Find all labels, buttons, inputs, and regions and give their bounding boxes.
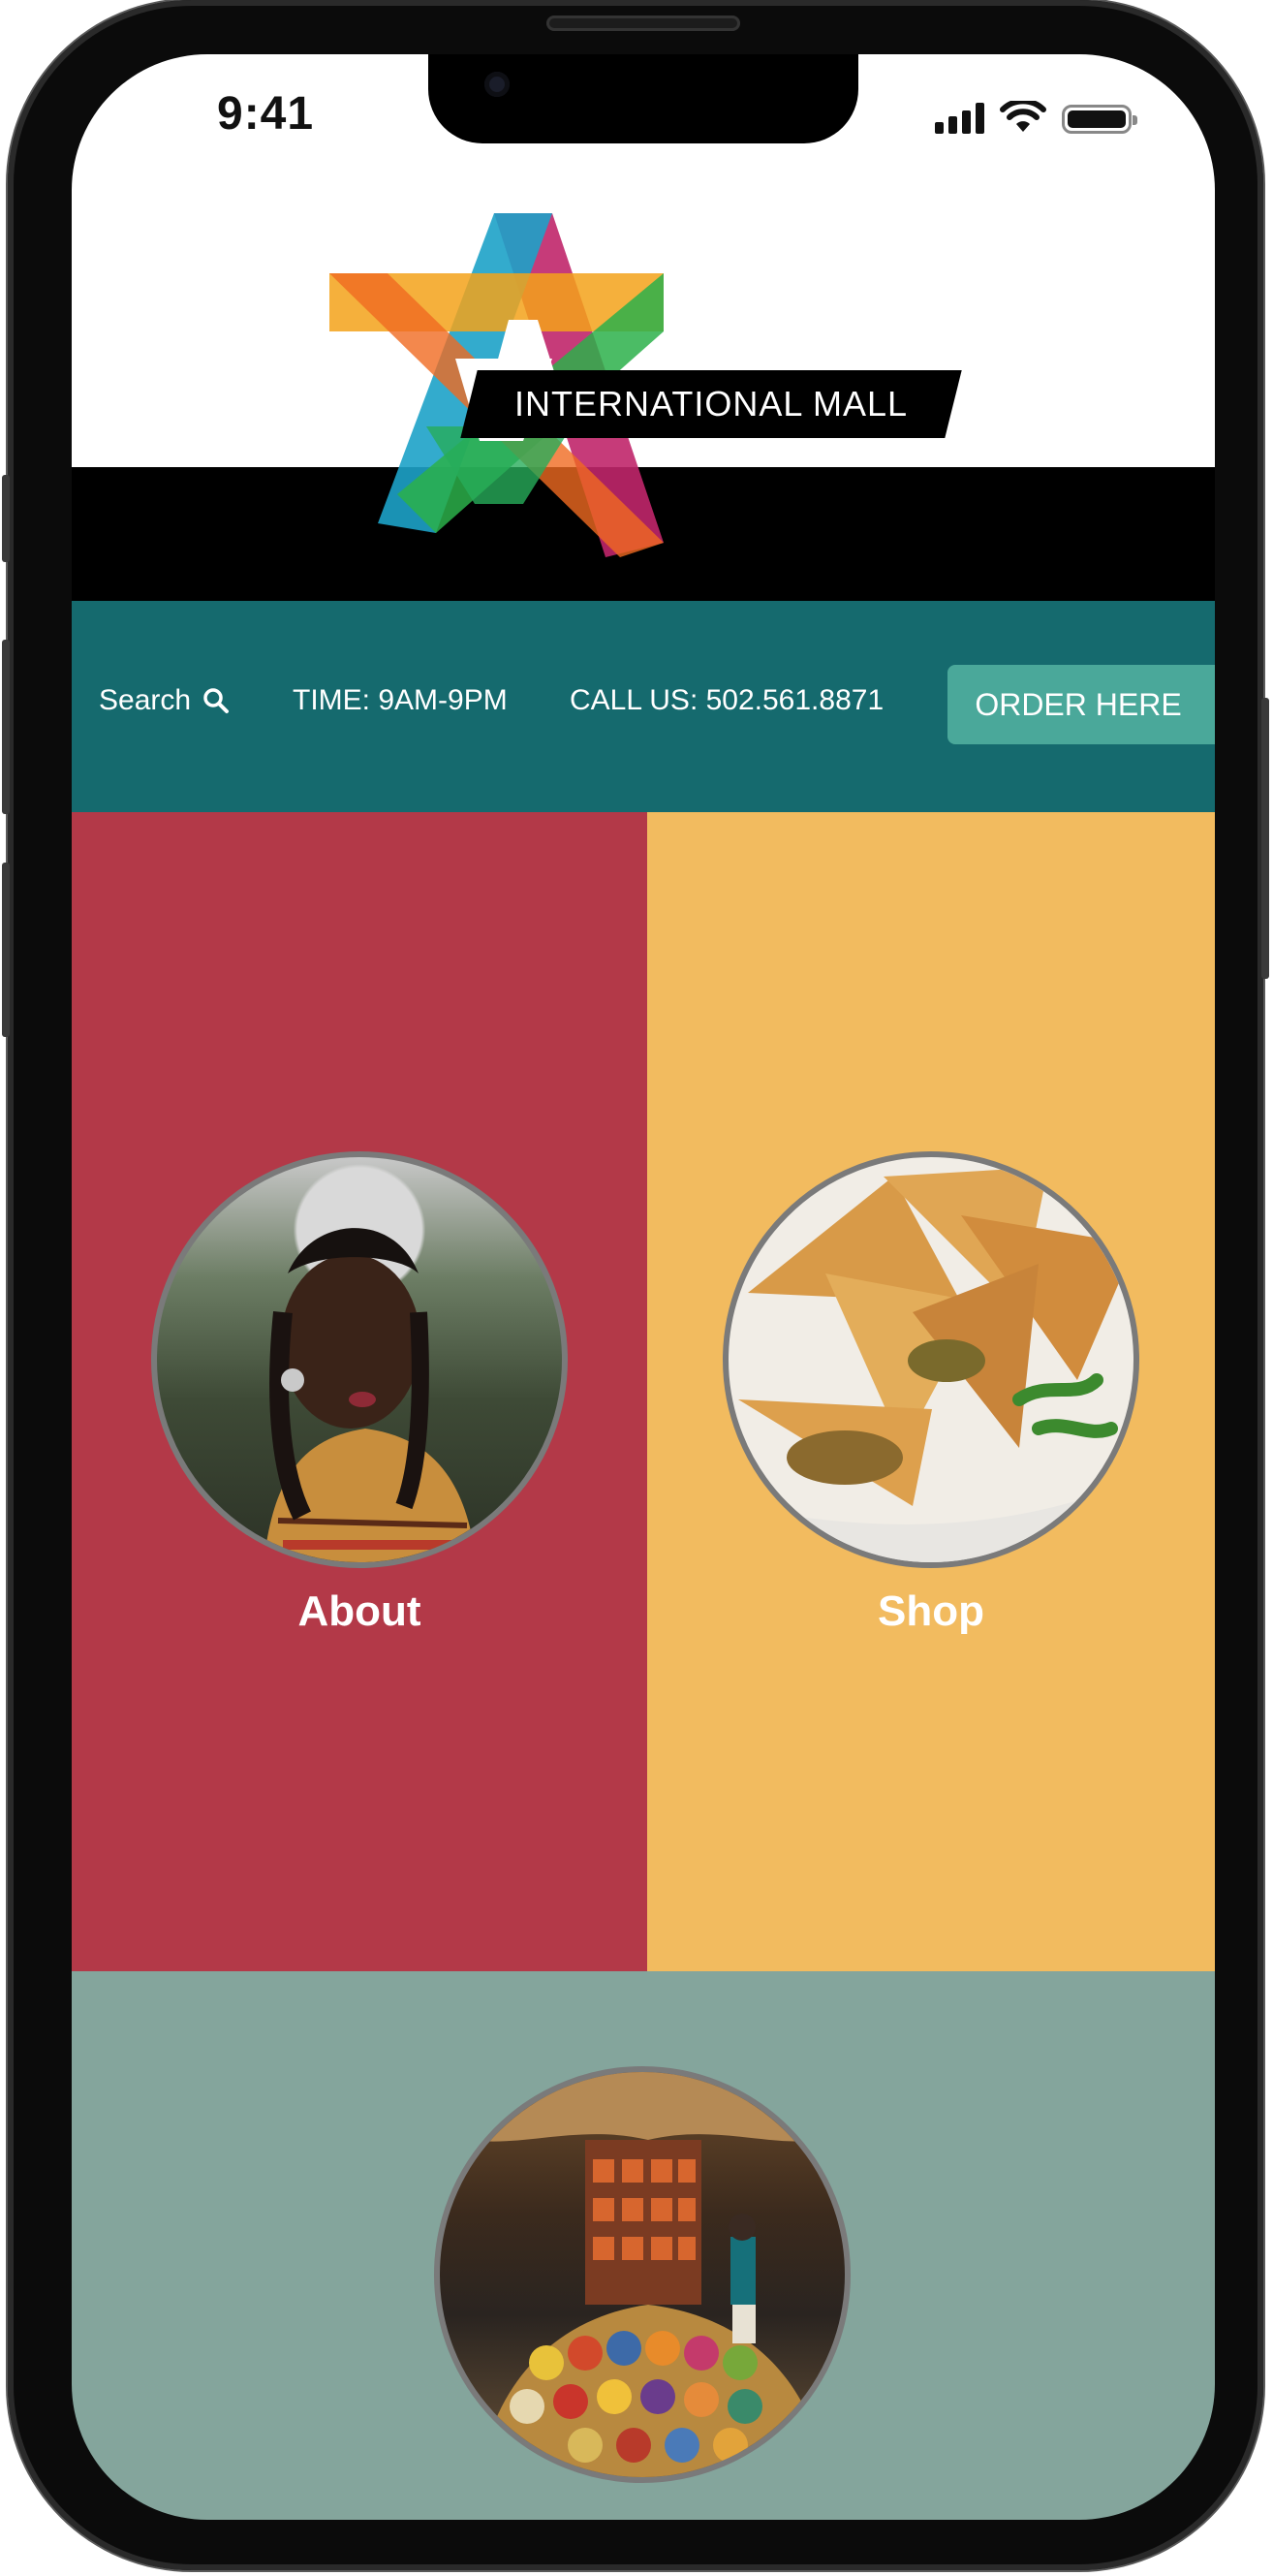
top-navigation: Search TIME: 9AM-9PM CALL US: 502.561.88…	[72, 601, 1215, 812]
about-label[interactable]: About	[72, 1587, 647, 1636]
screen: 9:41 INTERNATIONAL MALL Search TIME: 9AM…	[72, 54, 1215, 2520]
samosa-image	[729, 1167, 1133, 1562]
volume-down-button	[2, 863, 10, 1037]
search-icon	[203, 688, 230, 713]
shop-label[interactable]: Shop	[647, 1587, 1215, 1636]
front-camera	[484, 72, 510, 97]
status-icons	[935, 101, 1137, 134]
volume-up-button	[2, 640, 10, 814]
shop-photo	[723, 1151, 1139, 1568]
wifi-icon	[1000, 101, 1046, 132]
market-tile[interactable]	[72, 1971, 1215, 2520]
search-link[interactable]: Search	[99, 684, 230, 717]
notch	[428, 54, 858, 143]
spice-market-image	[440, 2072, 845, 2477]
cellular-signal-icon	[935, 103, 984, 134]
logo-text: INTERNATIONAL MALL	[513, 384, 909, 424]
about-photo	[151, 1151, 568, 1568]
logo-banner: INTERNATIONAL MALL	[460, 370, 962, 438]
phone-frame: 9:41 INTERNATIONAL MALL Search TIME: 9AM…	[2, 0, 1269, 2570]
shop-tile[interactable]: Shop	[647, 812, 1215, 1971]
market-photo	[434, 2066, 851, 2483]
call-us-link[interactable]: CALL US: 502.561.8871	[570, 684, 884, 717]
search-label: Search	[99, 684, 192, 716]
about-tile[interactable]: About	[72, 812, 647, 1971]
power-button	[1261, 698, 1269, 979]
woman-portrait-image	[264, 1228, 477, 1562]
order-here-button[interactable]: ORDER HERE	[947, 665, 1215, 744]
battery-icon	[1062, 105, 1137, 134]
hours-text: TIME: 9AM-9PM	[293, 684, 508, 716]
status-time: 9:41	[217, 88, 315, 140]
earpiece-speaker	[546, 16, 740, 31]
mute-switch	[2, 475, 10, 562]
